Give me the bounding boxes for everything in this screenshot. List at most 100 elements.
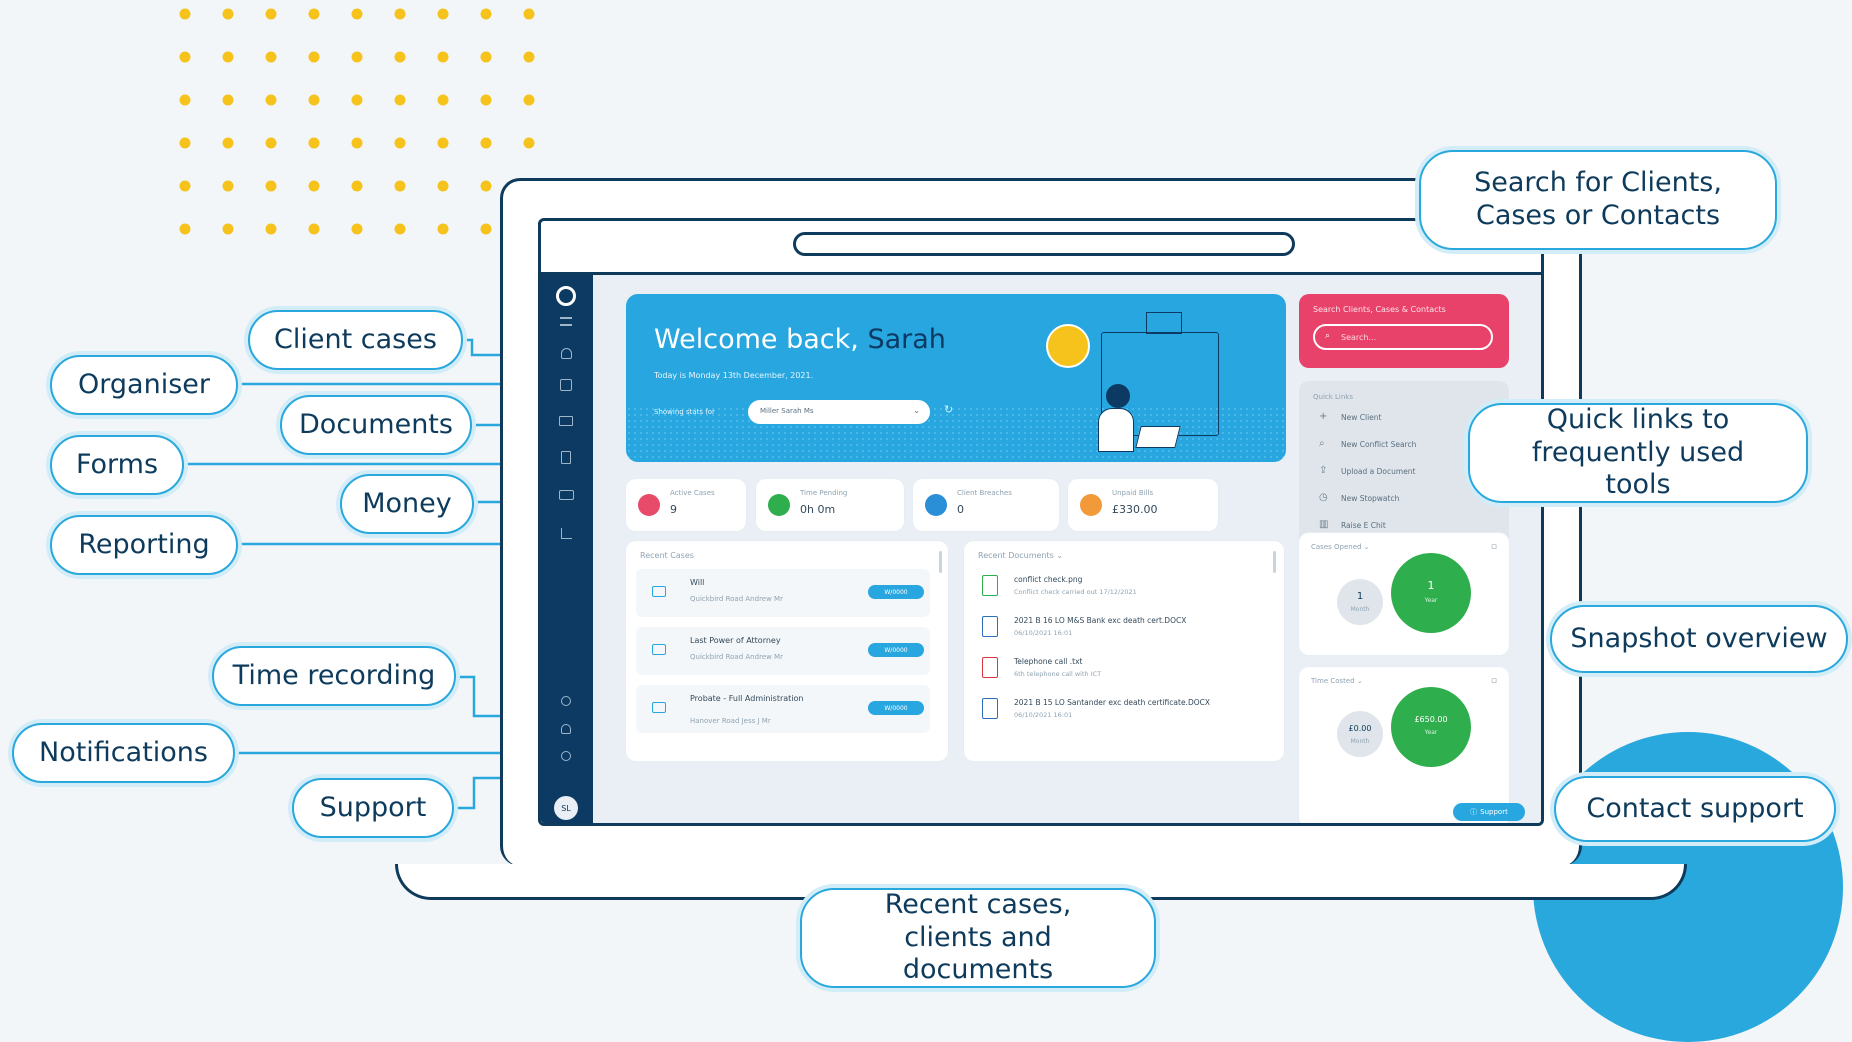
quick-link-label: New Conflict Search [1341,440,1417,449]
quick-link-item[interactable]: ◷ New Stopwatch [1313,490,1493,508]
expand-icon[interactable]: ▫ [1491,676,1497,686]
search-panel: Search Clients, Cases & Contacts ⌕ Searc… [1299,294,1509,368]
yellow-dot [179,8,191,20]
search-input[interactable]: ⌕ Search... [1313,324,1493,350]
search-placeholder: Search... [1341,333,1377,342]
case-title: Last Power of Attorney [690,636,781,645]
time-costed-title: Time Costed ⌄ [1311,677,1363,685]
stat-icon [638,494,660,516]
time-month-value: £0.00 [1348,724,1372,733]
yellow-dot [265,94,277,106]
yellow-dot [179,51,191,63]
callout-contact-support: Contact support [1554,776,1836,842]
recent-cases-title: Recent Cases [640,551,694,560]
briefcase-icon [652,586,666,597]
recent-case-row[interactable]: Will Quickbird Road Andrew Mr W/0000 [636,569,930,617]
quick-link-item[interactable]: ⌕ New Conflict Search [1313,436,1493,454]
support-button-label: Support [1480,808,1508,816]
recent-document-row[interactable]: conflict check.png Conflict check carried… [976,571,1266,607]
document-name: conflict check.png [1014,575,1083,584]
yellow-dot [394,94,406,106]
recent-documents-label: Recent Documents [978,551,1054,560]
cases-year-label: Year [1424,597,1438,604]
callout-snapshot: Snapshot overview [1550,605,1848,673]
callout-recent: Recent cases, clients and documents [800,888,1156,988]
money-icon[interactable] [559,490,574,500]
welcome-heading: Welcome back, Sarah [654,324,946,355]
user-select[interactable]: Miller Sarah Ms ⌄ [748,400,930,424]
yellow-dot [179,223,191,235]
scrollbar[interactable] [1273,551,1276,573]
document-name: 2021 B 15 LO Santander exc death certifi… [1014,698,1210,707]
plus-icon: + [1319,411,1328,422]
support-button[interactable]: ⓘ Support [1453,803,1525,821]
chart-icon: ▥ [1319,519,1329,530]
cases-month-value: 1 [1356,591,1364,602]
case-reference-badge: W/0000 [868,585,924,599]
menu-icon[interactable] [560,317,572,326]
time-recording-icon[interactable] [561,696,571,706]
case-client: Quickbird Road Andrew Mr [690,653,783,661]
cases-opened-label: Cases Opened [1311,543,1362,551]
search-icon: ⌕ [1319,438,1325,449]
support-icon[interactable] [561,751,571,761]
yellow-dot [351,8,363,20]
yellow-dot [523,137,535,149]
case-title: Will [690,578,705,587]
avatar[interactable]: SL [554,796,578,820]
welcome-text: Welcome back, [654,324,859,355]
yellow-dot [222,8,234,20]
dot-grid-decoration [179,8,535,235]
cases-opened-title: Cases Opened ⌄ [1311,543,1370,551]
stat-card[interactable]: Active Cases 9 [626,479,746,531]
recent-document-row[interactable]: 2021 B 15 LO Santander exc death certifi… [976,694,1266,730]
quick-link-label: Upload a Document [1341,467,1416,476]
callout-reporting: Reporting [50,515,238,575]
stat-value: £330.00 [1112,503,1158,516]
notifications-icon[interactable] [561,724,571,734]
yellow-dot [308,8,320,20]
yellow-dot [222,137,234,149]
app-viewport: SL Welcome back, Sarah Today is Monday 1… [541,272,1541,823]
recent-case-row[interactable]: Probate - Full Administration Hanover Roa… [636,685,930,733]
forms-icon[interactable] [561,451,571,464]
organiser-icon[interactable] [560,379,572,391]
documents-icon[interactable] [559,416,573,426]
document-icon [982,575,998,596]
stat-card[interactable]: Unpaid Bills £330.00 [1068,479,1218,531]
expand-icon[interactable]: ▫ [1491,542,1497,552]
browser-address-bar[interactable] [793,232,1295,256]
refresh-icon[interactable]: ↻ [944,403,953,416]
stat-card[interactable]: Time Pending 0h 0m [756,479,904,531]
cases-month-label: Month [1350,606,1370,613]
scrollbar[interactable] [939,551,942,573]
yellow-dot [394,223,406,235]
callout-documents: Documents [280,395,472,455]
yellow-dot [265,180,277,192]
document-name: 2021 B 16 LO M&S Bank exc death cert.DOC… [1014,616,1187,625]
sidebar: SL [541,275,593,823]
callout-time-recording: Time recording [212,646,456,706]
welcome-banner: Welcome back, Sarah Today is Monday 13th… [626,294,1286,462]
client-cases-icon[interactable] [561,348,572,359]
yellow-dot [437,94,449,106]
recent-document-row[interactable]: Telephone call .txt 6th telephone call wi… [976,653,1266,689]
yellow-dot [308,51,320,63]
time-year-label: Year [1424,729,1438,736]
stat-card[interactable]: Client Breaches 0 [913,479,1059,531]
reporting-icon[interactable] [561,528,572,539]
upload-icon: ⇪ [1319,465,1328,476]
quick-link-item[interactable]: + New Client [1313,409,1493,427]
callout-quick-links: Quick links to frequently used tools [1468,403,1808,503]
yellow-dot [437,8,449,20]
stat-icon [1080,494,1102,516]
yellow-dot [523,94,535,106]
stat-icon [925,494,947,516]
quick-link-item[interactable]: ⇪ Upload a Document [1313,463,1493,481]
recent-document-row[interactable]: 2021 B 16 LO M&S Bank exc death cert.DOC… [976,612,1266,648]
yellow-dot [480,180,492,192]
time-costed-label: Time Costed [1311,677,1355,685]
yellow-dot [222,94,234,106]
briefcase-icon [652,644,666,655]
recent-case-row[interactable]: Last Power of Attorney Quickbird Road And… [636,627,930,675]
